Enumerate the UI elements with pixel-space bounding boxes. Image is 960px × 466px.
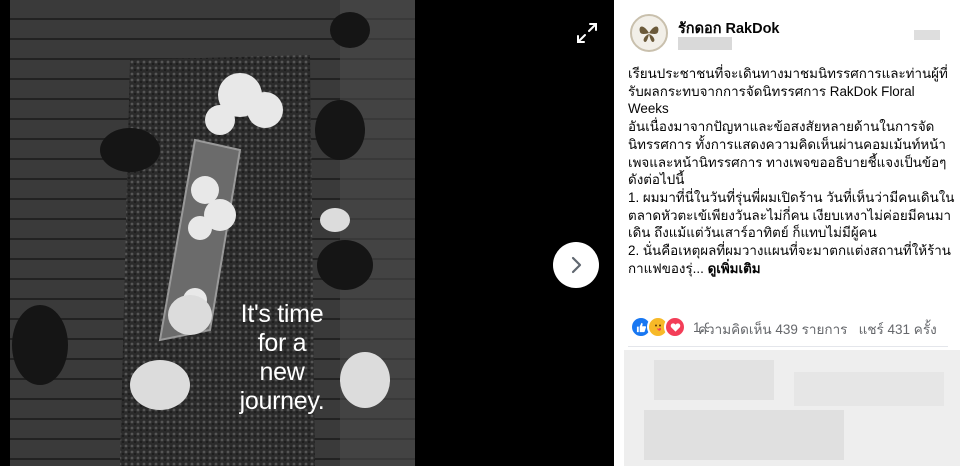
expand-icon[interactable]	[574, 20, 600, 46]
butterfly-logo-icon	[639, 26, 659, 42]
post-options-blurred	[914, 30, 940, 40]
overlay-line: new	[259, 358, 305, 386]
photo-viewer: It's time for a new journey.	[0, 0, 614, 466]
divider	[628, 346, 948, 347]
blurred-comment	[794, 372, 944, 406]
comments-count-link[interactable]: ความคิดเห็น 439 รายการ	[698, 322, 847, 337]
overlay-line: for a	[257, 329, 307, 357]
love-reaction-icon	[664, 316, 686, 338]
shares-count-link[interactable]: แชร์ 431 ครั้ง	[859, 322, 937, 337]
next-photo-button[interactable]	[553, 242, 599, 288]
post-side-panel: รักดอก RakDok เรียนประชาชนที่จะเดินทางมา…	[614, 0, 960, 466]
page-avatar[interactable]	[630, 14, 668, 52]
blurred-comment	[654, 360, 774, 400]
post-caption: เรียนประชาชนที่จะเดินทางมาชมนิทรรศการและ…	[628, 65, 958, 277]
photo-overlay-text: It's time for a new journey.	[222, 300, 342, 416]
overlay-line: journey.	[239, 387, 325, 415]
see-more-link[interactable]: ดูเพิ่มเติม	[708, 261, 761, 276]
caption-paragraph: เรียนประชาชนที่จะเดินทางมาชมนิทรรศการและ…	[628, 66, 948, 117]
overlay-line: It's time	[240, 300, 324, 328]
post-timestamp-blurred	[678, 37, 732, 50]
caption-last: 2. นั่นคือเหตุผลที่ผมวางแผนที่จะมาตกแต่ง…	[628, 243, 951, 276]
post-stats: ความคิดเห็น 439 รายการ แชร์ 431 ครั้ง	[698, 318, 937, 340]
caption-paragraph: 2. นั่นคือเหตุผลที่ผมวางแผนที่จะมาตกแต่ง…	[628, 242, 958, 277]
chevron-right-icon	[571, 256, 582, 274]
caption-paragraph: 1. ผมมาที่นี่ในวันที่รุ่นพี่ผมเปิดร้าน ว…	[628, 189, 955, 241]
blurred-comment	[644, 410, 844, 460]
caption-paragraph: อันเนื่องมาจากปัญหาและข้อสงสัยหลายด้านใน…	[628, 119, 947, 188]
post-photo[interactable]	[10, 0, 415, 466]
photo-illustration	[10, 0, 415, 466]
